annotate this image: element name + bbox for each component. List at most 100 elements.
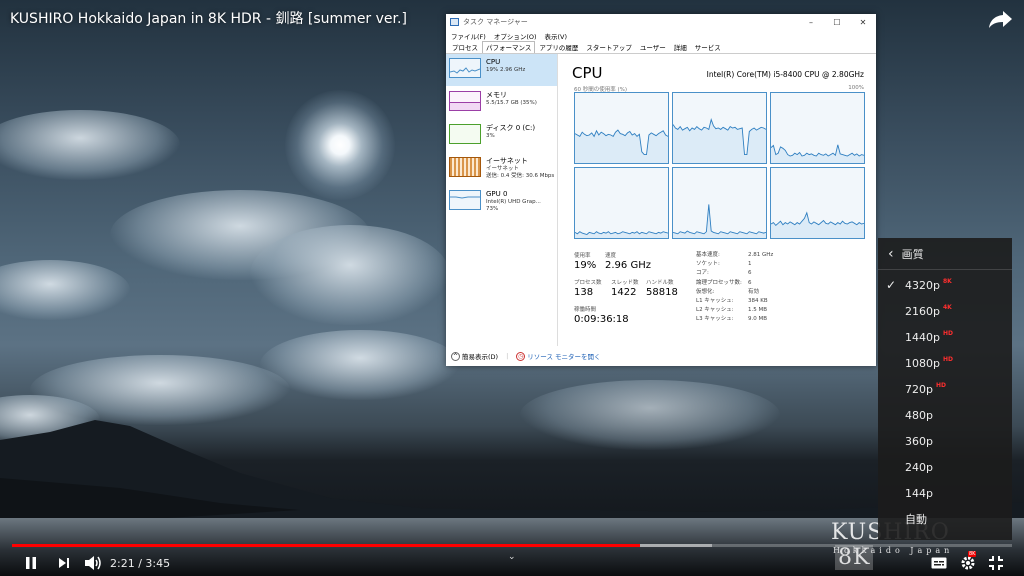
next-button[interactable] — [57, 553, 71, 573]
stat-threads: スレッド数 1422 — [611, 278, 639, 298]
stat-value: 1422 — [611, 287, 637, 298]
exit-fullscreen-button[interactable] — [988, 553, 1004, 573]
minimize-button[interactable]: – — [798, 18, 824, 27]
sidebar-item-label: メモリ — [486, 91, 507, 99]
fewer-details-label: 簡易表示(D) — [462, 352, 499, 361]
sidebar-item-detail: 3% — [486, 133, 495, 139]
spec-row: コア: 6 — [696, 269, 773, 278]
stat-speed: 速度 2.96 GHz — [605, 251, 651, 271]
graph-max-label: 100% — [848, 85, 864, 91]
disk-thumbnail-graph — [449, 124, 481, 144]
chevron-down-icon[interactable]: ⌄ — [508, 552, 516, 562]
cpu-heading: CPU — [572, 64, 603, 82]
time-separator: / — [138, 556, 142, 570]
quality-option[interactable]: 2160p 4K — [878, 298, 1012, 324]
sidebar-item-disk[interactable]: ディスク 0 (C:) 3% — [446, 120, 557, 152]
quality-option-label: 480p — [905, 408, 933, 422]
quality-option-label: 自動 — [905, 513, 927, 526]
quality-option-label: 144p — [905, 486, 933, 500]
resource-monitor-link-label[interactable]: リソース モニターを開く — [527, 353, 600, 361]
chevron-left-icon: ‹ — [888, 245, 894, 262]
close-button[interactable]: ✕ — [850, 18, 876, 27]
core-graph — [770, 92, 865, 164]
tab-performance[interactable]: パフォーマンス — [482, 41, 536, 53]
quality-option[interactable]: 480p — [878, 402, 1012, 428]
stat-label: 使用率 — [574, 253, 591, 259]
cloud — [0, 110, 180, 180]
spec-value: 2.81 GHz — [748, 252, 774, 258]
spec-key: ソケット: — [696, 261, 720, 268]
quality-option[interactable]: 1080p HD — [878, 350, 1012, 376]
spec-key: L3 キャッシュ: — [696, 316, 734, 323]
spec-row: 基本速度: 2.81 GHz — [696, 251, 773, 260]
titlebar[interactable]: タスク マネージャー – ☐ ✕ — [446, 14, 876, 30]
quality-option-label: 240p — [905, 460, 933, 474]
sidebar-item-cpu[interactable]: CPU 19% 2.96 GHz — [446, 54, 557, 86]
quality-option[interactable]: 1440p HD — [878, 324, 1012, 350]
menu-file[interactable]: ファイル(F) — [451, 31, 486, 41]
quality-option-badge: HD — [942, 355, 953, 363]
spec-key: 仮想化: — [696, 288, 715, 295]
share-icon[interactable] — [988, 8, 1014, 30]
spec-key: L2 キャッシュ: — [696, 307, 734, 314]
cpu-thumbnail-graph — [449, 58, 481, 78]
menu-options[interactable]: オプション(O) — [494, 31, 537, 41]
stat-label: 稼働時間 — [574, 307, 597, 313]
quality-menu-back[interactable]: ‹ 画質 — [878, 238, 1012, 270]
spec-key: L1 キャッシュ: — [696, 298, 734, 305]
tab-processes[interactable]: プロセス — [448, 41, 482, 53]
sidebar-item-memory[interactable]: メモリ 5.5/15.7 GB (35%) — [446, 87, 557, 119]
settings-button[interactable]: 8K — [960, 551, 977, 573]
sidebar-item-label: GPU 0 — [486, 190, 508, 198]
fewer-details-button[interactable]: ^ 簡易表示(D) — [451, 351, 498, 362]
exit-fullscreen-icon — [989, 556, 1003, 570]
sidebar-item-detail: 19% 2.96 GHz — [486, 67, 526, 73]
quality-option[interactable]: 240p — [878, 454, 1012, 480]
video-title[interactable]: KUSHIRO Hokkaido Japan in 8K HDR - 釧路 [s… — [10, 8, 407, 28]
spec-row: L2 キャッシュ: 1.5 MB — [696, 306, 773, 315]
stat-label: スレッド数 — [611, 280, 639, 286]
volume-button[interactable] — [84, 553, 102, 573]
sidebar-item-detail-2: 73% — [486, 206, 499, 212]
quality-option[interactable]: 自動 — [878, 506, 1012, 532]
spec-row: L1 キャッシュ: 384 KB — [696, 297, 773, 306]
quality-option[interactable]: 144p — [878, 480, 1012, 506]
tab-users[interactable]: ユーザー — [636, 41, 670, 53]
stat-processes: プロセス数 138 — [574, 278, 602, 298]
time-current: 2:21 — [110, 556, 135, 570]
pause-button[interactable] — [24, 553, 38, 573]
cpu-detail-pane: CPU Intel(R) Core(TM) i5-8400 CPU @ 2.80… — [558, 54, 876, 346]
task-manager-window[interactable]: タスク マネージャー – ☐ ✕ ファイル(F) オプション(O) 表示(V) … — [446, 14, 876, 366]
chevron-up-icon: ^ — [451, 352, 460, 362]
spec-row: ソケット: 1 — [696, 260, 773, 269]
spec-value: 有効 — [748, 288, 760, 295]
quality-option-label: 1080p — [905, 356, 940, 370]
core-graph — [574, 167, 669, 239]
sidebar-item-ethernet[interactable]: イーサネット イーサネット 送信: 0.4 受信: 30.6 Mbps — [446, 153, 557, 185]
spec-key: 基本速度: — [696, 252, 720, 258]
tab-services[interactable]: サービス — [691, 41, 725, 53]
progress-bar[interactable] — [12, 544, 1012, 547]
cloud — [0, 260, 130, 320]
window-title: タスク マネージャー — [463, 18, 528, 26]
quality-option[interactable]: 360p — [878, 428, 1012, 454]
mountains — [0, 420, 1024, 528]
tab-startup[interactable]: スタートアップ — [582, 41, 636, 53]
subtitles-button[interactable] — [931, 553, 947, 573]
quality-option[interactable]: ✓ 4320p 8K — [878, 272, 1012, 298]
core-graph — [672, 167, 767, 239]
quality-badge: 8K — [968, 551, 977, 557]
tab-details[interactable]: 詳細 — [670, 41, 691, 53]
spec-value: 1 — [748, 261, 752, 268]
cloud — [250, 225, 450, 325]
core-usage-line — [672, 204, 767, 235]
maximize-button[interactable]: ☐ — [824, 18, 850, 27]
quality-menu-title: 画質 — [901, 247, 924, 261]
sidebar-item-gpu[interactable]: GPU 0 Intel(R) UHD Grap... 73% — [446, 186, 557, 218]
menu-view[interactable]: 表示(V) — [545, 31, 568, 41]
resource-monitor-link[interactable]: ◷ リソース モニターを開く — [516, 351, 601, 362]
spec-value: 384 KB — [748, 298, 768, 305]
tab-app-history[interactable]: アプリの履歴 — [535, 41, 582, 53]
quality-option[interactable]: 720p HD — [878, 376, 1012, 402]
time-display: 2:21 / 3:45 — [110, 553, 170, 573]
